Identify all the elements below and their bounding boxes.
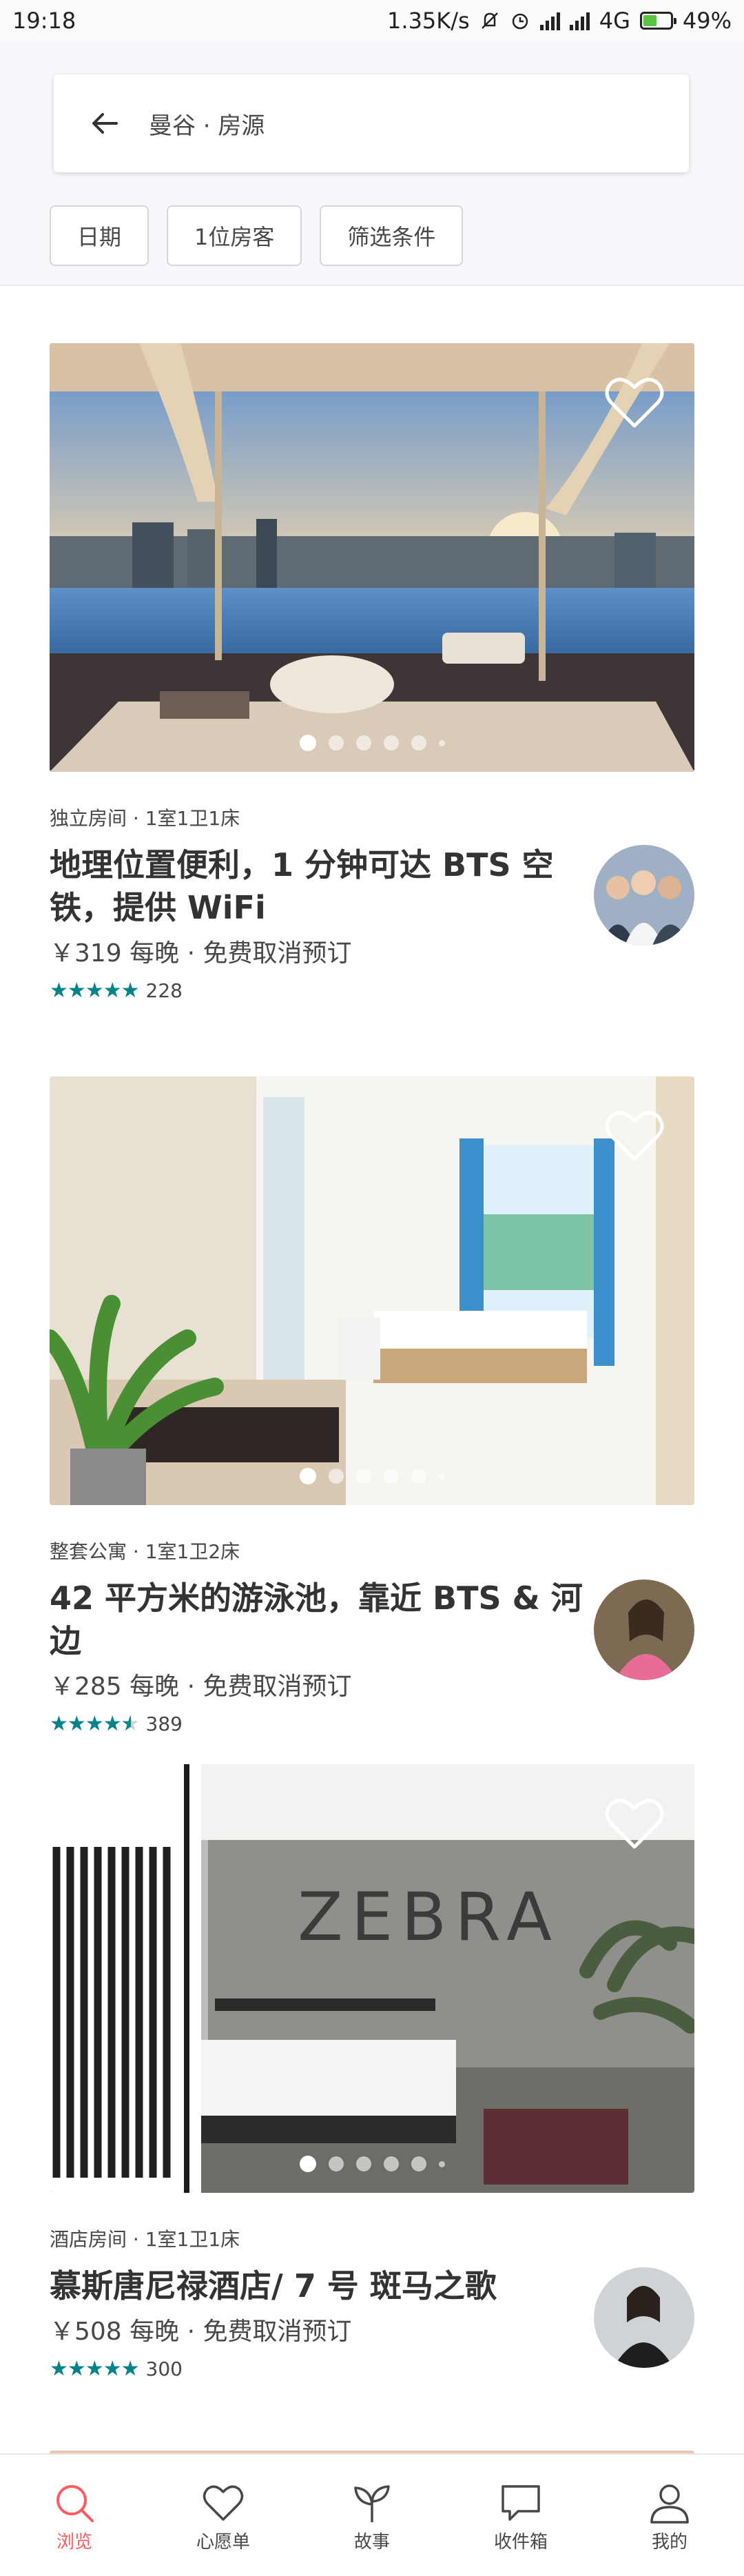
tab-stories[interactable]: 故事 (298, 2455, 446, 2576)
signal-icon (569, 11, 590, 30)
battery-icon (639, 12, 676, 30)
listing-price: ￥319 每晚 · 免费取消预订 (50, 939, 352, 968)
tab-label: 浏览 (56, 2532, 92, 2553)
status-indicators: 1.35K/s 4G 49% (387, 8, 732, 34)
listing-type: 整套公寓 · 1室1卫2床 (50, 1540, 240, 1563)
star-icon: ★ (103, 979, 122, 1003)
listing-card[interactable]: 整套公寓 · 1室1卫2床 42 平方米的游泳池，靠近 BTS & 河边 ￥28… (50, 1076, 694, 1736)
alarm-icon (512, 13, 528, 30)
star-icon: ★ (121, 2357, 140, 2381)
tab-inbox[interactable]: 收件箱 (446, 2455, 595, 2576)
status-time: 19:18 (12, 8, 76, 34)
mute-icon (481, 12, 498, 29)
heart-icon (203, 2485, 244, 2521)
signal-icon (539, 11, 560, 30)
review-count: 300 (145, 2358, 183, 2380)
listing-rating: ★★★★★ 389 (50, 1712, 694, 1736)
star-icon: ★ (67, 2357, 86, 2381)
listing-photo[interactable]: ZEBRA (50, 1764, 694, 2193)
tab-label: 心愿单 (196, 2532, 250, 2553)
profile-icon (650, 2484, 689, 2524)
host-avatar[interactable] (594, 2267, 694, 2368)
listing-photo[interactable] (50, 1076, 694, 1505)
filter-chips: 日期 1位房客 筛选条件 (50, 205, 464, 266)
star-icon: ★ (103, 2357, 122, 2381)
status-bar: 19:18 1.35K/s 4G 49% (0, 0, 744, 41)
listing-title[interactable]: 地理位置便利，1 分钟可达 BTS 空铁，提供 WiFi (50, 844, 559, 929)
host-avatar[interactable] (594, 845, 694, 945)
listing-title[interactable]: 42 平方米的游泳池，靠近 BTS & 河边 (50, 1577, 601, 1662)
battery-percent: 49% (682, 8, 732, 34)
guests-filter-button[interactable]: 1位房客 (167, 205, 302, 266)
listing-title[interactable]: 慕斯唐尼禄酒店/ 7 号 斑马之歌 (50, 2265, 559, 2307)
listing-type: 酒店房间 · 1室1卫1床 (50, 2228, 240, 2251)
listing-price: ￥285 每晚 · 免费取消预订 (50, 1673, 352, 1701)
star-icon: ★ (121, 979, 140, 1003)
listing-card[interactable]: 独立房间 · 1室1卫1床 地理位置便利，1 分钟可达 BTS 空铁，提供 Wi… (50, 343, 694, 1003)
tab-profile[interactable]: 我的 (595, 2455, 744, 2576)
listing-type: 独立房间 · 1室1卫1床 (50, 807, 240, 830)
photo-pagination (50, 1468, 694, 1484)
bedroom-photo (50, 1076, 694, 1505)
tab-label: 收件箱 (493, 2532, 548, 2553)
tab-label: 我的 (651, 2532, 688, 2553)
chat-bubble-icon (502, 2485, 540, 2521)
star-icon: ★ (50, 1712, 68, 1736)
star-icon: ★ (67, 1712, 86, 1736)
search-bar[interactable]: 曼谷 · 房源 (54, 74, 689, 172)
heart-icon[interactable] (605, 1110, 664, 1163)
star-icon: ★ (50, 2357, 68, 2381)
sprout-icon (354, 2485, 390, 2522)
star-rating: ★★★★★ (50, 2357, 140, 2381)
search-header: 曼谷 · 房源 日期 1位房客 筛选条件 (0, 41, 744, 286)
star-rating: ★★★★★ (50, 1712, 140, 1736)
network-speed: 1.35K/s (387, 8, 470, 34)
star-icon: ★ (50, 979, 68, 1003)
date-filter-button[interactable]: 日期 (50, 205, 149, 266)
star-icon: ★ (85, 979, 104, 1003)
review-count: 389 (145, 1713, 183, 1735)
listing-rating: ★★★★★ 228 (50, 979, 694, 1003)
half-star-icon: ★ (121, 1712, 140, 1736)
star-icon: ★ (67, 979, 86, 1003)
star-icon: ★ (85, 2357, 104, 2381)
bottom-tab-bar: 浏览 心愿单 故事 收件箱 我的 (0, 2453, 744, 2576)
star-icon: ★ (103, 1712, 122, 1736)
tab-label: 故事 (353, 2532, 390, 2553)
listing-photo[interactable] (50, 343, 694, 772)
star-icon: ★ (85, 1712, 104, 1736)
photo-pagination (50, 2156, 694, 2172)
arrow-left-icon[interactable] (84, 103, 125, 144)
photo-pagination (50, 735, 694, 751)
search-icon (56, 2485, 94, 2522)
star-rating: ★★★★★ (50, 979, 140, 1003)
wall-sign-text: ZEBRA (298, 1879, 560, 1956)
network-type: 4G (599, 8, 630, 34)
pool-cabana-photo (50, 343, 694, 772)
search-query[interactable]: 曼谷 · 房源 (149, 107, 265, 141)
tab-explore[interactable]: 浏览 (0, 2455, 149, 2576)
review-count: 228 (145, 979, 183, 1002)
heart-icon[interactable] (605, 1797, 664, 1851)
tab-wishlists[interactable]: 心愿单 (149, 2455, 298, 2576)
more-filters-button[interactable]: 筛选条件 (320, 205, 464, 266)
heart-icon[interactable] (605, 376, 664, 430)
zebra-hotel-room-photo: ZEBRA (50, 1764, 694, 2193)
host-avatar[interactable] (594, 1580, 694, 1680)
listing-card[interactable]: ZEBRA 酒店房间 · 1室1卫1床 慕斯唐尼禄酒店/ 7 号 斑马之歌 ￥5… (50, 1764, 694, 2381)
listing-rating: ★★★★★ 300 (50, 2357, 694, 2381)
